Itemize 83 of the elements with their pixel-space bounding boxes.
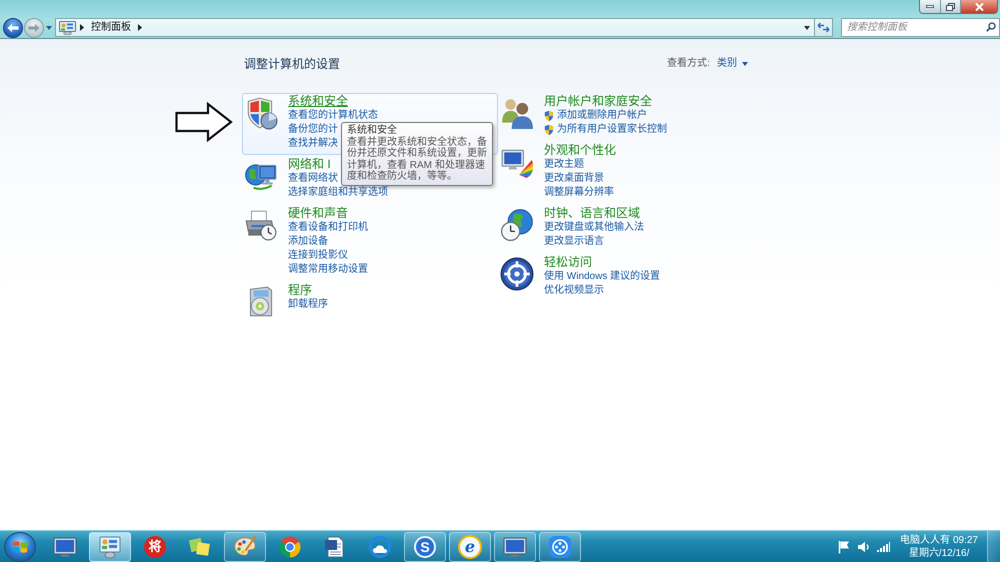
- task-link[interactable]: 更改显示语言: [544, 235, 604, 249]
- start-button[interactable]: [4, 532, 36, 562]
- back-button[interactable]: [3, 18, 23, 38]
- search-field[interactable]: 搜索控制面板: [841, 18, 1000, 37]
- taskbar-button[interactable]: S: [404, 532, 446, 562]
- monitor-icon: [503, 534, 527, 558]
- speaker-icon[interactable]: [857, 540, 870, 552]
- chevron-icon[interactable]: [138, 24, 142, 31]
- taskbar-button[interactable]: [539, 532, 581, 562]
- taskbar-button[interactable]: [494, 532, 536, 562]
- film-reel-icon: [548, 534, 572, 558]
- clock-date[interactable]: 星期六/12/16/: [908, 546, 970, 560]
- window-panel-icon: [98, 534, 122, 558]
- letter-logo: e: [458, 534, 482, 558]
- tooltip-text: 查看并更改系统和安全状态，备份并还原文件和系统设置，更新计算机，查看 RAM 和处理器速度和检查防火墙，等等。: [347, 136, 487, 182]
- task-link[interactable]: 添加或删除用户帐户: [557, 109, 647, 123]
- outline-arrow-icon: [175, 102, 233, 142]
- monitor-icon: [53, 534, 77, 558]
- task-link[interactable]: 优化视频显示: [544, 284, 604, 298]
- category-link[interactable]: 时钟、语言和区域: [544, 206, 640, 221]
- printer-clock-icon[interactable]: [244, 208, 278, 242]
- search-icon[interactable]: [986, 22, 996, 32]
- view-by-label: 查看方式:: [667, 58, 710, 70]
- caret-icon: [742, 62, 748, 66]
- restore-icon: [946, 2, 955, 10]
- right-arrow-icon: [28, 22, 40, 32]
- segmented-circle-icon: [278, 534, 302, 558]
- chevron-icon[interactable]: [80, 24, 84, 31]
- task-link[interactable]: 更改主题: [544, 158, 584, 172]
- task-link[interactable]: 查找并解决: [288, 137, 338, 151]
- clock-time[interactable]: 电脑人人有 09:27: [900, 534, 978, 546]
- address-bar[interactable]: 控制面板: [55, 18, 815, 37]
- category-link[interactable]: 轻松访问: [544, 255, 592, 270]
- taskbar-button[interactable]: 将: [134, 532, 176, 562]
- caret-icon[interactable]: [46, 26, 52, 30]
- window-panel-icon: [59, 20, 76, 34]
- letter-logo: S: [414, 536, 436, 558]
- category-link[interactable]: 系统和安全: [288, 94, 348, 109]
- show-desktop-button[interactable]: [987, 531, 1000, 562]
- task-link[interactable]: 查看网络状: [288, 172, 338, 186]
- task-link[interactable]: 调整屏幕分辨率: [544, 186, 614, 200]
- task-link[interactable]: 调整常用移动设置: [288, 263, 368, 277]
- task-link[interactable]: 使用 Windows 建议的设置: [544, 270, 660, 284]
- tooltip-title: 系统和安全: [347, 125, 398, 136]
- task-link[interactable]: 为所有用户设置家长控制: [557, 123, 667, 137]
- category-link[interactable]: 用户帐户和家庭安全: [544, 94, 652, 109]
- task-link[interactable]: 卸载程序: [288, 298, 328, 312]
- task-link[interactable]: 添加设备: [288, 235, 328, 249]
- minimize-button[interactable]: [920, 0, 941, 13]
- crosshair-ring-icon[interactable]: [500, 257, 534, 291]
- flag-icon: [12, 540, 28, 554]
- two-people-icon[interactable]: [500, 96, 534, 130]
- two-arrows-icon: [817, 22, 830, 33]
- left-arrow-icon: [7, 22, 19, 32]
- dropdown-caret-icon[interactable]: [804, 26, 810, 30]
- category-link[interactable]: 硬件和声音: [288, 206, 348, 221]
- signal-bars-icon[interactable]: [877, 541, 890, 552]
- category-link[interactable]: 程序: [288, 283, 312, 298]
- task-link[interactable]: 更改桌面背景: [544, 172, 604, 186]
- category-link[interactable]: 外观和个性化: [544, 143, 616, 158]
- ring-cloud-icon: [368, 534, 392, 558]
- globe-clock-icon[interactable]: [500, 208, 534, 242]
- close-icon: [974, 2, 984, 10]
- task-link[interactable]: 连接到投影仪: [288, 249, 348, 263]
- paint-palette-icon: [233, 534, 257, 558]
- task-link[interactable]: 更改键盘或其他输入法: [544, 221, 644, 235]
- restore-button[interactable]: [941, 0, 961, 13]
- taskbar-button[interactable]: [224, 532, 266, 562]
- tray-flag-icon[interactable]: [838, 540, 850, 554]
- close-button[interactable]: [961, 0, 997, 13]
- page-title: 调整计算机的设置: [244, 57, 340, 71]
- task-link[interactable]: 选择家庭组和共享选项: [288, 186, 388, 200]
- taskbar-button[interactable]: [89, 532, 131, 562]
- taskbar-button[interactable]: e: [449, 532, 491, 562]
- seal-logo: 将: [144, 536, 166, 558]
- task-link[interactable]: 备份您的计: [288, 123, 338, 137]
- category-link[interactable]: 网络和 I: [288, 157, 331, 172]
- view-by-dropdown[interactable]: 类别: [717, 58, 748, 70]
- minimize-icon: [926, 5, 934, 8]
- task-link[interactable]: 查看设备和打印机: [288, 221, 368, 235]
- task-link[interactable]: 查看您的计算机状态: [288, 109, 378, 123]
- refresh-button[interactable]: [815, 18, 833, 37]
- breadcrumb-link[interactable]: 控制面板: [88, 22, 134, 34]
